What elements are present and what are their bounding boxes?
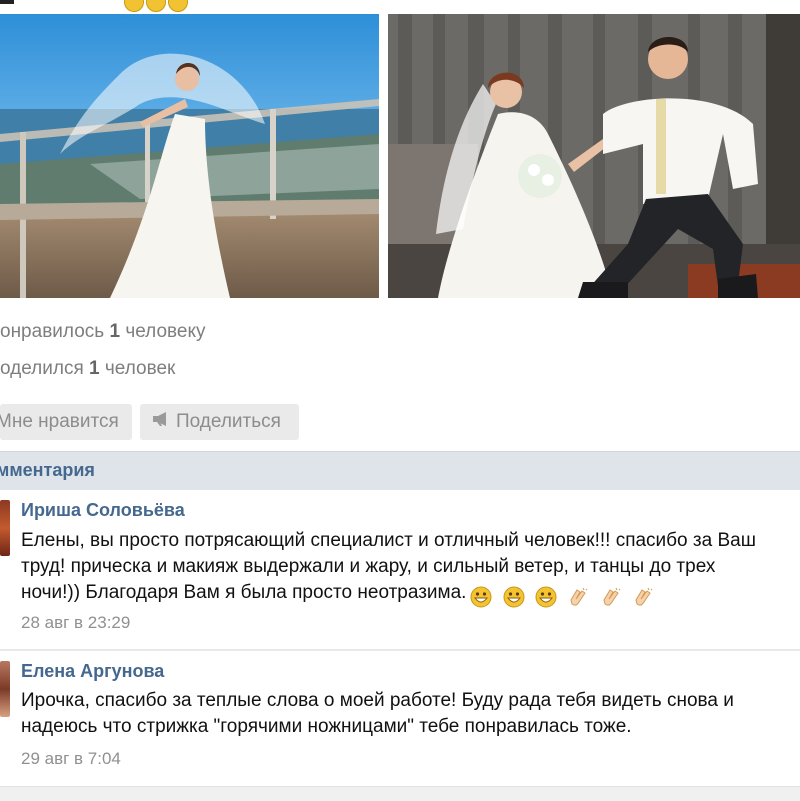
wedding-photo-bride-balcony <box>0 14 379 298</box>
likes-summary[interactable]: онравилось 1 человеку <box>0 321 206 343</box>
shares-summary[interactable]: оделился 1 человек <box>0 358 175 380</box>
comment-text-line: Елены, вы просто потрясающий специалист … <box>21 530 756 551</box>
comment-text: Елены, вы просто потрясающий специалист … <box>21 528 800 610</box>
likes-count: 1 <box>109 321 121 342</box>
comment-text: Ирочка, спасибо за теплые слова о моей р… <box>21 688 800 740</box>
shares-count: 1 <box>89 358 100 379</box>
clapping-hands-icon <box>600 586 622 608</box>
comment-item: Елена Аргунова Ирочка, спасибо за теплые… <box>0 652 800 786</box>
comment-date[interactable]: 29 авг в 7:04 <box>21 749 121 769</box>
post-header-remnant <box>0 0 800 12</box>
megaphone-icon <box>152 404 170 440</box>
grinning-face-icon <box>535 586 557 608</box>
grinning-face-icon <box>146 0 166 12</box>
comments-section-header: мментария <box>0 451 800 490</box>
grinning-face-icon <box>470 586 492 608</box>
comment-text-line-content: ночи!)) Благодаря Вам я была просто неот… <box>21 582 467 603</box>
comment-text-line: Ирочка, спасибо за теплые слова о моей р… <box>21 690 734 711</box>
comment-text-line: ночи!)) Благодаря Вам я была просто неот… <box>21 580 800 610</box>
header-text-fragment <box>0 0 14 4</box>
share-button[interactable]: Поделиться <box>140 404 299 440</box>
shares-suffix: человек <box>104 358 176 379</box>
share-button-label: Поделиться <box>176 411 281 433</box>
likes-suffix: человеку <box>125 321 206 342</box>
grinning-face-icon <box>124 0 144 12</box>
comment-divider <box>0 649 800 651</box>
attached-photo-1[interactable] <box>0 14 379 298</box>
comment-author[interactable]: Елена Аргунова <box>21 661 164 682</box>
grinning-face-icon <box>503 586 525 608</box>
comment-text-line: труд! прическа и макияж выдержали и жару… <box>21 556 716 577</box>
comment-text-line: надеюсь что стрижка "горячими ножницами"… <box>21 716 632 737</box>
comment-author[interactable]: Ириша Соловьёва <box>21 500 185 521</box>
wedding-photo-groom-kneeling <box>388 14 800 298</box>
comment-item: Ириша Соловьёва Елены, вы просто потряса… <box>0 490 800 650</box>
avatar[interactable] <box>0 661 10 717</box>
grinning-face-icon <box>168 0 188 12</box>
bottom-divider <box>0 786 800 801</box>
comments-section-title: мментария <box>0 460 95 480</box>
like-button-label: Мне нравится <box>0 411 119 432</box>
likes-prefix: онравилось <box>0 321 105 342</box>
avatar[interactable] <box>0 500 10 556</box>
clapping-hands-icon <box>567 586 589 608</box>
like-button[interactable]: Мне нравится <box>0 404 132 440</box>
shares-prefix: оделился <box>0 358 84 379</box>
comment-date[interactable]: 28 авг в 23:29 <box>21 613 130 633</box>
attached-photo-2[interactable] <box>388 14 800 298</box>
clapping-hands-icon <box>632 586 654 608</box>
emoji-row <box>470 584 658 610</box>
